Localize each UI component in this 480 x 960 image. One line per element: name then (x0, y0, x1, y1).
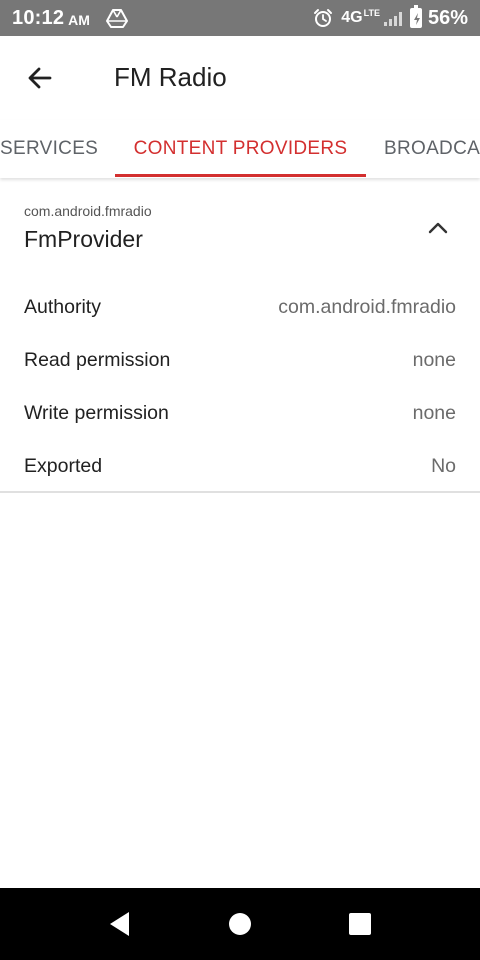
battery-icon (409, 5, 422, 28)
nav-back-button[interactable] (96, 900, 144, 948)
arrow-back-icon (28, 67, 52, 89)
detail-row-read-permission: Read permission none (24, 345, 456, 375)
detail-row-write-permission: Write permission none (24, 398, 456, 428)
detail-row-authority: Authority com.android.fmradio (24, 292, 456, 322)
tab-bar: SERVICES CONTENT PROVIDERS BROADCA (0, 120, 480, 178)
nav-home-button[interactable] (216, 900, 264, 948)
network-indicator: 4G LTE (341, 8, 380, 27)
divider (0, 491, 480, 493)
status-time: 10:12 (12, 6, 65, 29)
nav-recents-button[interactable] (336, 900, 384, 948)
nav-home-icon (229, 913, 251, 935)
provider-name: FmProvider (24, 226, 143, 252)
back-button[interactable] (16, 54, 64, 102)
status-bar: 10:12 AM 4G LTE 56% (0, 0, 480, 36)
toolbar: FM Radio (0, 36, 480, 120)
detail-value: none (412, 401, 456, 424)
tab-broadcast-receivers[interactable]: BROADCA (384, 120, 480, 178)
detail-row-exported: Exported No (24, 451, 456, 481)
page-title: FM Radio (114, 62, 227, 92)
nav-recents-icon (349, 913, 371, 935)
alarm-icon (313, 8, 333, 28)
tab-content-providers[interactable]: CONTENT PROVIDERS (115, 120, 366, 178)
status-bar-left: 10:12 AM (12, 0, 128, 36)
detail-value: none (412, 348, 456, 371)
navigation-bar (0, 888, 480, 960)
provider-header[interactable]: com.android.fmradio FmProvider (0, 195, 480, 270)
signal-icon (383, 10, 402, 26)
chevron-up-icon (428, 222, 448, 234)
tab-services[interactable]: SERVICES (0, 120, 98, 178)
detail-label: Read permission (24, 348, 171, 371)
detail-label: Exported (24, 454, 103, 477)
battery-percent: 56% (427, 6, 468, 29)
network-sub: LTE (363, 8, 380, 18)
provider-package: com.android.fmradio (24, 203, 152, 219)
detail-value: No (431, 454, 456, 477)
detail-value: com.android.fmradio (278, 295, 456, 318)
drive-icon (105, 8, 128, 28)
status-ampm: AM (68, 12, 90, 28)
network-type: 4G (341, 9, 363, 26)
collapse-button[interactable] (418, 213, 458, 243)
nav-back-icon (110, 912, 129, 936)
detail-label: Write permission (24, 401, 169, 424)
tab-indicator (115, 174, 366, 177)
detail-label: Authority (24, 295, 101, 318)
status-bar-right: 4G LTE 56% (313, 0, 468, 36)
